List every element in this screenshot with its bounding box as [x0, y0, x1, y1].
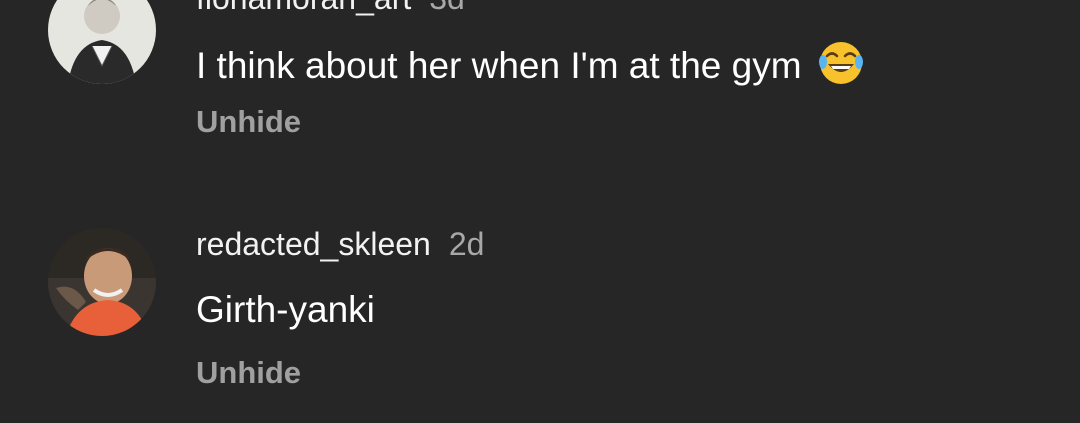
face-with-tears-of-joy-icon — [818, 40, 864, 86]
comment-header: redacted_skleen 2d — [196, 228, 484, 260]
comment-body: Girth-yanki — [196, 289, 375, 330]
comment-header: fionamoran_art 3d — [196, 0, 465, 14]
comment-text: I think about her when I'm at the gym — [196, 40, 864, 86]
comment-body: I think about her when I'm at the gym — [196, 45, 802, 86]
comment-item: redacted_skleen 2d Girth-yanki Unhide — [0, 200, 1080, 423]
comment-item: fionamoran_art 3d I think about her when … — [0, 0, 1080, 200]
avatar[interactable] — [48, 228, 156, 336]
comment-text: Girth-yanki — [196, 291, 375, 328]
comment-time: 3d — [429, 0, 465, 16]
avatar[interactable] — [48, 0, 156, 84]
unhide-button[interactable]: Unhide — [196, 357, 301, 388]
username-link[interactable]: redacted_skleen — [196, 226, 431, 262]
username-link[interactable]: fionamoran_art — [196, 0, 411, 16]
unhide-button[interactable]: Unhide — [196, 106, 301, 137]
avatar-image — [48, 0, 156, 84]
avatar-image — [48, 228, 156, 336]
comment-time: 2d — [448, 226, 485, 262]
